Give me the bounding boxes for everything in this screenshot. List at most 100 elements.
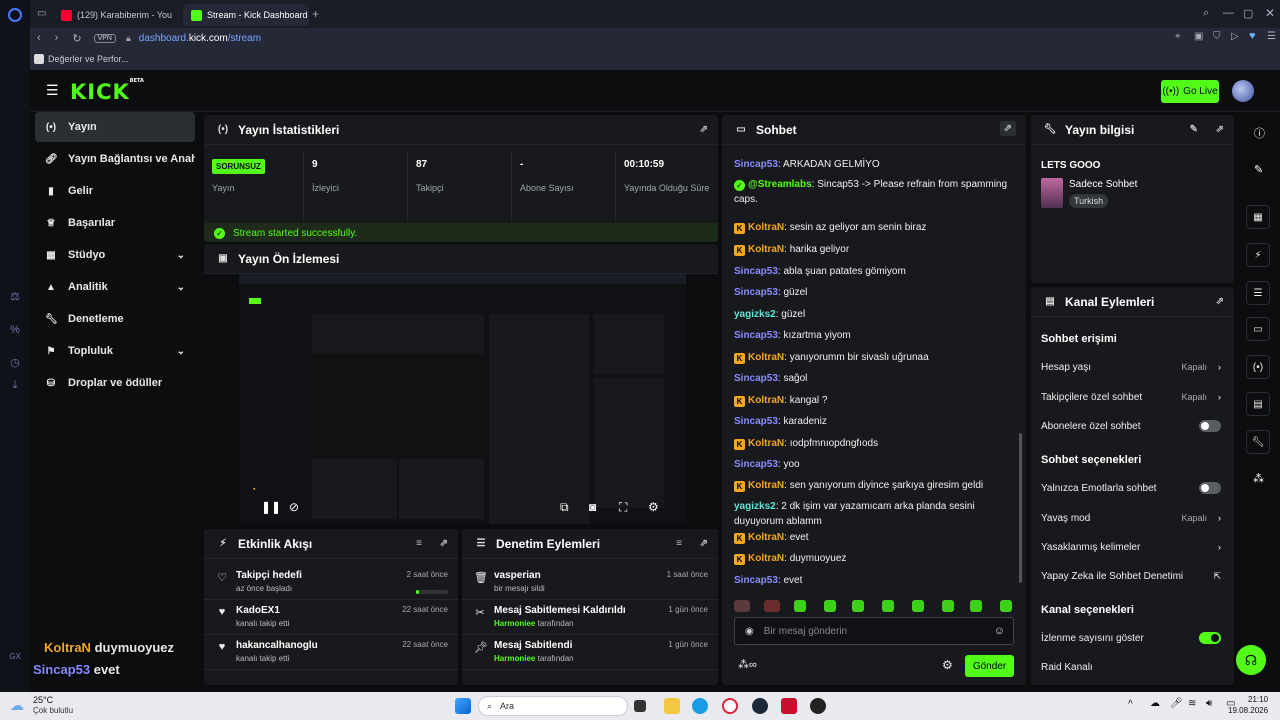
chat-username[interactable]: @Streamlabs [748, 179, 812, 190]
crypto-wallet-icon[interactable]: ⚖ [8, 290, 22, 304]
windows-start-icon[interactable] [455, 698, 471, 714]
emotes-only-toggle[interactable] [1199, 482, 1221, 494]
mute-icon[interactable]: ⊘ [289, 500, 299, 514]
moderation-user[interactable]: Harmoniee [494, 619, 535, 628]
wifi-icon[interactable]: ≋ [1188, 698, 1196, 709]
nav-item-drops[interactable]: ⛁ Droplar ve ödüller [35, 368, 195, 398]
taskbar-search[interactable]: ⌕ Ara [478, 696, 628, 716]
popout-icon[interactable]: ⇗ [1216, 296, 1224, 307]
setting-account-age[interactable]: Hesap yaşı Kapalı › [1041, 357, 1221, 377]
setting-followers-only[interactable]: Takipçilere özel sohbet Kapalı › [1041, 387, 1221, 407]
minimize-icon[interactable]: — [1223, 7, 1234, 19]
emote-avatar-1[interactable] [734, 600, 750, 612]
camera-icon[interactable]: ◙ [589, 500, 596, 514]
chat-username[interactable]: KoltraN [748, 395, 784, 406]
category-name[interactable]: Sadece Sohbet [1069, 179, 1137, 190]
opera-logo-icon[interactable] [8, 8, 22, 22]
search-tabs-icon[interactable]: ⌕ [1203, 7, 1209, 20]
edit-icon[interactable]: ✎ [1190, 124, 1198, 135]
popout-icon[interactable]: ⇗ [700, 538, 708, 549]
file-explorer-icon[interactable] [664, 698, 680, 714]
percent-icon[interactable]: % [8, 323, 22, 337]
menu-icon[interactable]: ☰ [1267, 31, 1276, 42]
info-icon[interactable]: ⓘ [1254, 125, 1265, 141]
kick-emote-icon[interactable]: ⁂∞ [738, 658, 757, 671]
chat-username[interactable]: KoltraN [748, 553, 784, 564]
chat-input[interactable]: ◉ Bir mesaj gönderin ☺ [734, 617, 1014, 645]
emote-2[interactable] [824, 600, 836, 612]
activity-widget-button[interactable]: ⚡︎ [1246, 243, 1270, 267]
popout-icon[interactable]: ⇗ [440, 538, 448, 549]
obs-icon[interactable] [810, 698, 826, 714]
steam-icon[interactable] [752, 698, 768, 714]
setting-banned-words[interactable]: Yasaklanmış kelimeler › [1041, 537, 1221, 557]
reload-icon[interactable]: ↻ [72, 32, 81, 45]
chat-username[interactable]: KoltraN [748, 480, 784, 491]
vpn-badge[interactable]: VPN [93, 33, 116, 43]
edge-icon[interactable] [692, 698, 708, 714]
maximize-icon[interactable]: ▢ [1243, 7, 1253, 20]
fullscreen-icon[interactable]: ⛶ [619, 500, 627, 515]
emoji-icon[interactable]: ☺ [994, 625, 1005, 637]
chat-settings-icon[interactable]: ⚙ [942, 658, 953, 672]
snapshot-icon[interactable]: ▣ [1194, 31, 1203, 42]
chat-username[interactable]: KoltraN [748, 532, 784, 543]
nav-item-achievements[interactable]: ♕ Başarılar [35, 208, 195, 238]
edit-icon[interactable]: ✎ [1254, 163, 1263, 176]
pause-icon[interactable]: ❚❚ [261, 500, 281, 514]
chat-username[interactable]: Sincap53 [734, 373, 778, 384]
heart-icon[interactable]: ♥ [1249, 30, 1256, 42]
popout-icon[interactable]: ⇗ [999, 121, 1016, 136]
pin-icon[interactable]: ⌖ [1175, 31, 1181, 42]
nav-item-community[interactable]: ⚑ Topluluk ⌄ [35, 336, 195, 366]
chat-username[interactable]: KoltraN [748, 222, 784, 233]
bookmark-item[interactable]: Değerler ve Perfor... [48, 54, 129, 64]
emote-avatar-2[interactable] [764, 600, 780, 612]
nav-item-revenue[interactable]: ▮ Gelir [35, 176, 195, 206]
setting-raid[interactable]: Raid Kanalı [1041, 657, 1221, 677]
history-icon[interactable]: ◷ [8, 356, 22, 370]
stream-preview-video[interactable]: ▪ ❚❚ ⊘ ⧉ ◙ ⛶ ⚙ [239, 274, 686, 524]
setting-ai-moderation[interactable]: Yapay Zeka ile Sohbet Denetimi ⇱ [1041, 566, 1221, 586]
moderation-user[interactable]: Harmoniee [494, 654, 535, 663]
send-button[interactable]: Gönder [965, 655, 1014, 677]
hamburger-icon[interactable]: ☰ [46, 82, 59, 99]
moderation-widget-button[interactable]: ☰ [1246, 281, 1270, 305]
valorant-icon[interactable] [781, 698, 797, 714]
emote-6[interactable] [942, 600, 954, 612]
tab-menu-icon[interactable]: ▭ [37, 8, 46, 19]
emote-4[interactable] [882, 600, 894, 612]
emote-1[interactable] [794, 600, 806, 612]
gx-icon[interactable]: GX [8, 650, 22, 664]
emote-7[interactable] [970, 600, 982, 612]
emote-8[interactable] [1000, 600, 1012, 612]
clock-time[interactable]: 21:10 [1248, 695, 1268, 704]
nav-item-studio[interactable]: ▦ Stüdyo ⌄ [35, 240, 195, 270]
chat-username[interactable]: yagizks2 [734, 501, 776, 512]
chat-username[interactable]: KoltraN [748, 352, 784, 363]
emote-5[interactable] [912, 600, 924, 612]
kick-logo[interactable]: KICKBETA [70, 78, 144, 104]
settings-icon[interactable]: ⚙ [648, 500, 659, 514]
forward-icon[interactable]: › [55, 32, 59, 44]
weather-icon[interactable]: ☁ [10, 697, 24, 714]
chat-username[interactable]: Sincap53 [734, 575, 778, 586]
chat-username[interactable]: Sincap53 [734, 416, 778, 427]
setting-slow-mode[interactable]: Yavaş mod Kapalı › [1041, 508, 1221, 528]
emote-3[interactable] [852, 600, 864, 612]
show-viewers-toggle[interactable] [1199, 632, 1221, 644]
mic-icon[interactable]: 🎤︎ [1170, 698, 1183, 709]
popout-icon[interactable]: ⇗ [700, 124, 708, 135]
chat-username[interactable]: Sincap53 [734, 459, 778, 470]
lock-icon[interactable]: 🔒︎ [126, 33, 131, 44]
tray-chevron-icon[interactable]: ^ [1128, 699, 1133, 710]
close-window-icon[interactable]: ✕ [1265, 6, 1275, 20]
popout-icon[interactable]: ⇗ [1216, 124, 1224, 135]
kick-emote-icon[interactable]: ⁂ [1253, 472, 1264, 485]
chat-username[interactable]: yagizks2 [734, 309, 776, 320]
stats-widget-button[interactable]: ▦ [1246, 205, 1270, 229]
chat-username[interactable]: Sincap53 [734, 159, 778, 170]
chat-scrollbar[interactable] [1019, 433, 1022, 583]
chat-username[interactable]: Sincap53 [734, 330, 778, 341]
chat-username[interactable]: KoltraN [748, 438, 784, 449]
